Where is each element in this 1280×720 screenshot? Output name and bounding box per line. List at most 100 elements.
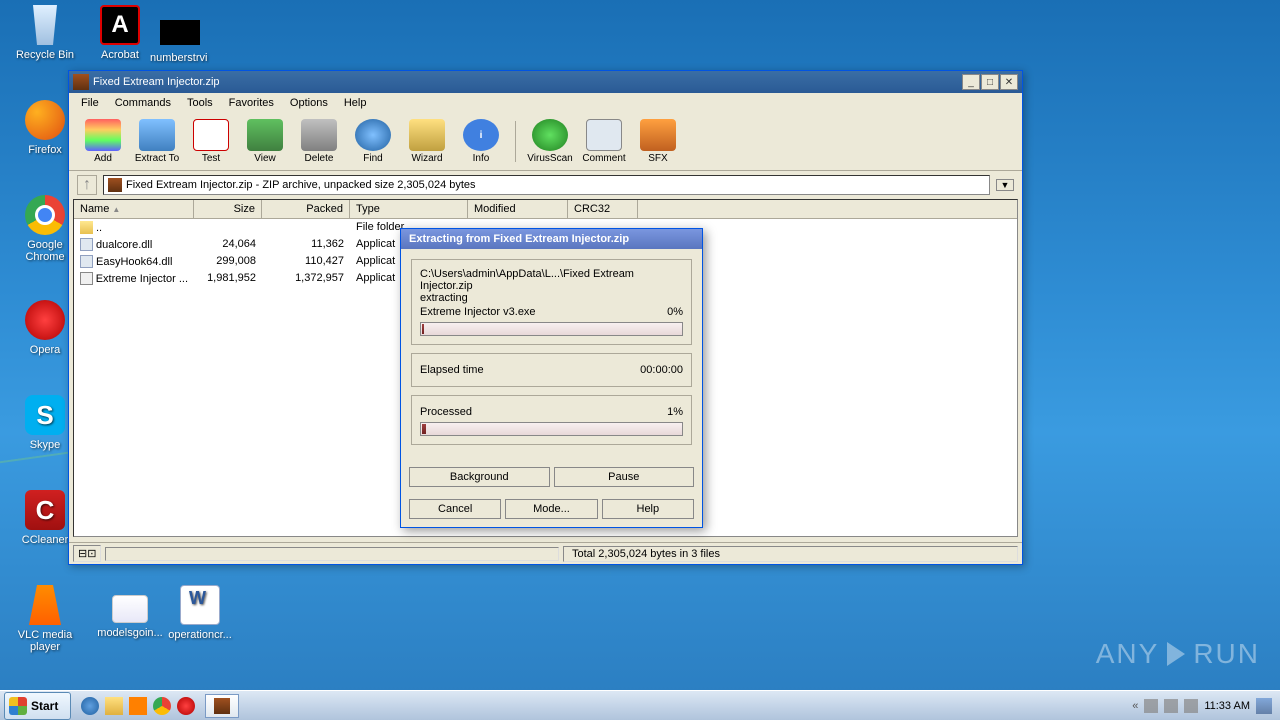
menu-options[interactable]: Options <box>282 95 336 111</box>
statusbar: ⊟⊡ Total 2,305,024 bytes in 3 files <box>69 542 1022 564</box>
find-icon <box>355 119 391 151</box>
desktop-vlc[interactable]: VLC media player <box>10 585 80 653</box>
desktop-black-file[interactable] <box>160 20 200 45</box>
sfx-icon <box>640 119 676 151</box>
close-button[interactable]: ✕ <box>1000 74 1018 90</box>
total-progress <box>420 422 683 436</box>
file-progress <box>420 322 683 336</box>
col-type[interactable]: Type <box>350 200 468 218</box>
cancel-button[interactable]: Cancel <box>409 499 501 519</box>
ccleaner-icon: C <box>25 490 65 530</box>
add-icon <box>85 119 121 151</box>
tool-sfx[interactable]: SFX <box>632 117 684 166</box>
test-icon <box>193 119 229 151</box>
mode-button[interactable]: Mode... <box>505 499 597 519</box>
app-icon <box>73 74 89 90</box>
tool-test[interactable]: Test <box>185 117 237 166</box>
exe-icon <box>80 272 93 285</box>
window-title: Fixed Extream Injector.zip <box>93 76 220 88</box>
ql-explorer[interactable] <box>105 697 123 715</box>
path-input[interactable]: Fixed Extream Injector.zip - ZIP archive… <box>103 175 990 195</box>
desktop-numbers-label: numberstrvi <box>150 52 207 64</box>
tool-comment[interactable]: Comment <box>578 117 630 166</box>
tray-flag-icon[interactable] <box>1184 699 1198 713</box>
tray-network-icon[interactable] <box>1164 699 1178 713</box>
extract-dialog: Extracting from Fixed Extream Injector.z… <box>400 228 703 528</box>
acrobat-icon: A <box>100 5 140 45</box>
dll-icon <box>80 238 93 251</box>
dialog-path: C:\Users\admin\AppData\L...\Fixed Extrea… <box>420 268 683 292</box>
tool-add[interactable]: Add <box>77 117 129 166</box>
tool-delete[interactable]: Delete <box>293 117 345 166</box>
col-size[interactable]: Size <box>194 200 262 218</box>
folder-icon <box>112 595 148 623</box>
col-crc[interactable]: CRC32 <box>568 200 638 218</box>
skype-icon: S <box>25 395 65 435</box>
tray-volume-icon[interactable] <box>1144 699 1158 713</box>
taskbar-winrar[interactable] <box>205 694 239 718</box>
tool-extract[interactable]: Extract To <box>131 117 183 166</box>
dialog-action: extracting <box>420 292 683 304</box>
desktop-acrobat[interactable]: AAcrobat <box>85 5 155 61</box>
sb-total: Total 2,305,024 bytes in 3 files <box>563 546 1018 562</box>
windows-icon <box>9 697 27 715</box>
show-desktop[interactable] <box>1256 698 1272 714</box>
firefox-icon <box>25 100 65 140</box>
tool-find[interactable]: Find <box>347 117 399 166</box>
dialog-file-group: C:\Users\admin\AppData\L...\Fixed Extrea… <box>411 259 692 345</box>
pathbar: ↑ Fixed Extream Injector.zip - ZIP archi… <box>69 171 1022 199</box>
sb-toggle[interactable]: ⊟⊡ <box>73 545 101 562</box>
path-dropdown[interactable]: ▼ <box>996 179 1014 191</box>
sb-track <box>105 547 559 561</box>
titlebar[interactable]: Fixed Extream Injector.zip _ □ ✕ <box>69 71 1022 93</box>
ql-player[interactable] <box>129 697 147 715</box>
vlc-icon <box>25 585 65 625</box>
dialog-file-pct: 0% <box>667 306 683 318</box>
watermark: ANYRUN <box>1096 638 1260 670</box>
systray: « 11:33 AM <box>1124 698 1280 714</box>
col-modified[interactable]: Modified <box>468 200 568 218</box>
up-button[interactable]: ↑ <box>77 175 97 195</box>
col-name[interactable]: Name ▲ <box>74 200 194 218</box>
list-header: Name ▲ Size Packed Type Modified CRC32 <box>74 200 1017 219</box>
menu-help[interactable]: Help <box>336 95 375 111</box>
tool-info[interactable]: iInfo <box>455 117 507 166</box>
folder-icon <box>80 221 93 234</box>
tray-expand[interactable]: « <box>1132 700 1138 712</box>
archive-icon <box>108 178 122 192</box>
dialog-filename: Extreme Injector v3.exe <box>420 306 536 318</box>
word-icon <box>180 585 220 625</box>
menu-favorites[interactable]: Favorites <box>221 95 282 111</box>
opera-icon <box>25 300 65 340</box>
dialog-time-group: Elapsed time 00:00:00 <box>411 353 692 387</box>
help-button[interactable]: Help <box>602 499 694 519</box>
menu-commands[interactable]: Commands <box>107 95 179 111</box>
desktop-word-operation[interactable]: operationcr... <box>165 585 235 641</box>
chrome-icon <box>25 195 65 235</box>
background-button[interactable]: Background <box>409 467 550 487</box>
ql-opera[interactable] <box>177 697 195 715</box>
view-icon <box>247 119 283 151</box>
start-button[interactable]: Start <box>4 692 71 720</box>
desktop-folder-models[interactable]: modelsgoin... <box>95 595 165 639</box>
desktop-recycle-bin[interactable]: Recycle Bin <box>10 5 80 61</box>
extract-icon <box>139 119 175 151</box>
tool-wizard[interactable]: Wizard <box>401 117 453 166</box>
processed-pct: 1% <box>667 406 683 418</box>
pause-button[interactable]: Pause <box>554 467 695 487</box>
tool-virusscan[interactable]: VirusScan <box>524 117 576 166</box>
clock[interactable]: 11:33 AM <box>1204 700 1250 712</box>
quick-launch <box>75 697 201 715</box>
col-packed[interactable]: Packed <box>262 200 350 218</box>
tool-view[interactable]: View <box>239 117 291 166</box>
virus-icon <box>532 119 568 151</box>
dialog-title[interactable]: Extracting from Fixed Extream Injector.z… <box>401 229 702 249</box>
menu-file[interactable]: File <box>73 95 107 111</box>
play-icon <box>1167 642 1185 666</box>
minimize-button[interactable]: _ <box>962 74 980 90</box>
ql-ie[interactable] <box>81 697 99 715</box>
ql-chrome[interactable] <box>153 697 171 715</box>
dll-icon <box>80 255 93 268</box>
maximize-button[interactable]: □ <box>981 74 999 90</box>
menu-tools[interactable]: Tools <box>179 95 221 111</box>
